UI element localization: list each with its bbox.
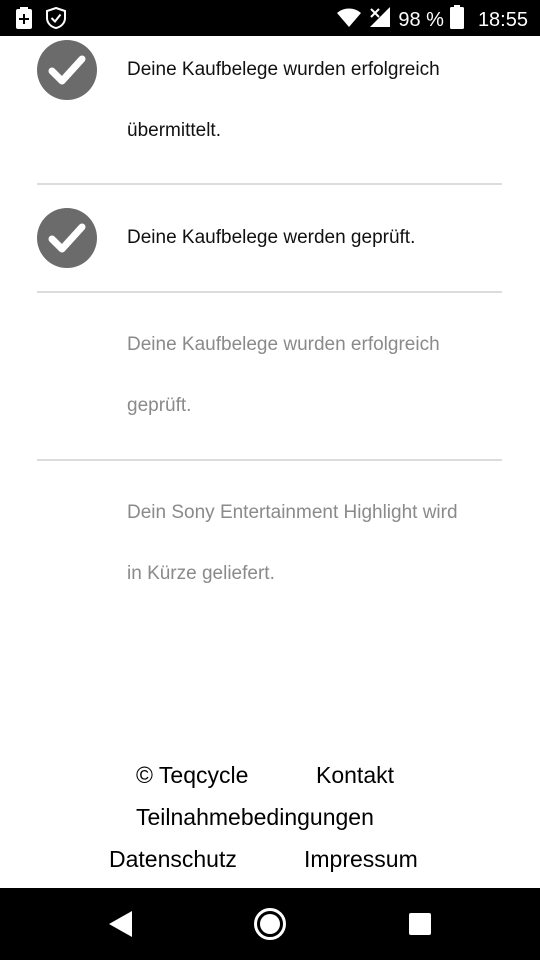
battery-icon — [449, 5, 464, 35]
battery-saver-icon — [16, 7, 32, 34]
shield-check-icon — [46, 6, 66, 34]
check-circle-icon — [37, 208, 97, 268]
step-submitted: Deine Kaufbelege wurden erfolgreich über… — [37, 36, 502, 184]
step-verified: Deine Kaufbelege wurden erfolgreich gepr… — [37, 293, 502, 459]
imprint-link[interactable]: Impressum — [304, 846, 418, 873]
navigation-bar — [0, 888, 540, 960]
signal-icon — [368, 6, 392, 34]
status-bar: 98 % 18:55 — [0, 0, 540, 36]
step-checking: Deine Kaufbelege werden geprüft. — [37, 185, 502, 291]
copyright-text: © Teqcycle — [136, 762, 249, 788]
step-text: Dein Sony Entertainment Highlight wird i… — [127, 502, 458, 584]
step-text: Deine Kaufbelege wurden erfolgreich über… — [127, 59, 440, 141]
step-delivery: Dein Sony Entertainment Highlight wird i… — [37, 461, 502, 627]
battery-percent: 98 % — [398, 8, 444, 31]
wifi-icon — [336, 6, 362, 34]
home-icon — [254, 908, 286, 940]
clock: 18:55 — [477, 8, 528, 31]
step-text: Deine Kaufbelege werden geprüft. — [127, 227, 416, 248]
check-circle-icon — [37, 40, 97, 100]
home-button[interactable] — [230, 888, 310, 960]
contact-link[interactable]: Kontakt — [316, 762, 394, 789]
step-text: Deine Kaufbelege wurden erfolgreich gepr… — [127, 334, 440, 416]
recents-button[interactable] — [380, 888, 460, 960]
terms-link[interactable]: Teilnahmebedingungen — [136, 804, 374, 831]
recents-icon — [409, 913, 431, 935]
privacy-link[interactable]: Datenschutz — [109, 846, 237, 873]
back-button[interactable] — [80, 888, 160, 960]
back-icon — [109, 911, 132, 937]
